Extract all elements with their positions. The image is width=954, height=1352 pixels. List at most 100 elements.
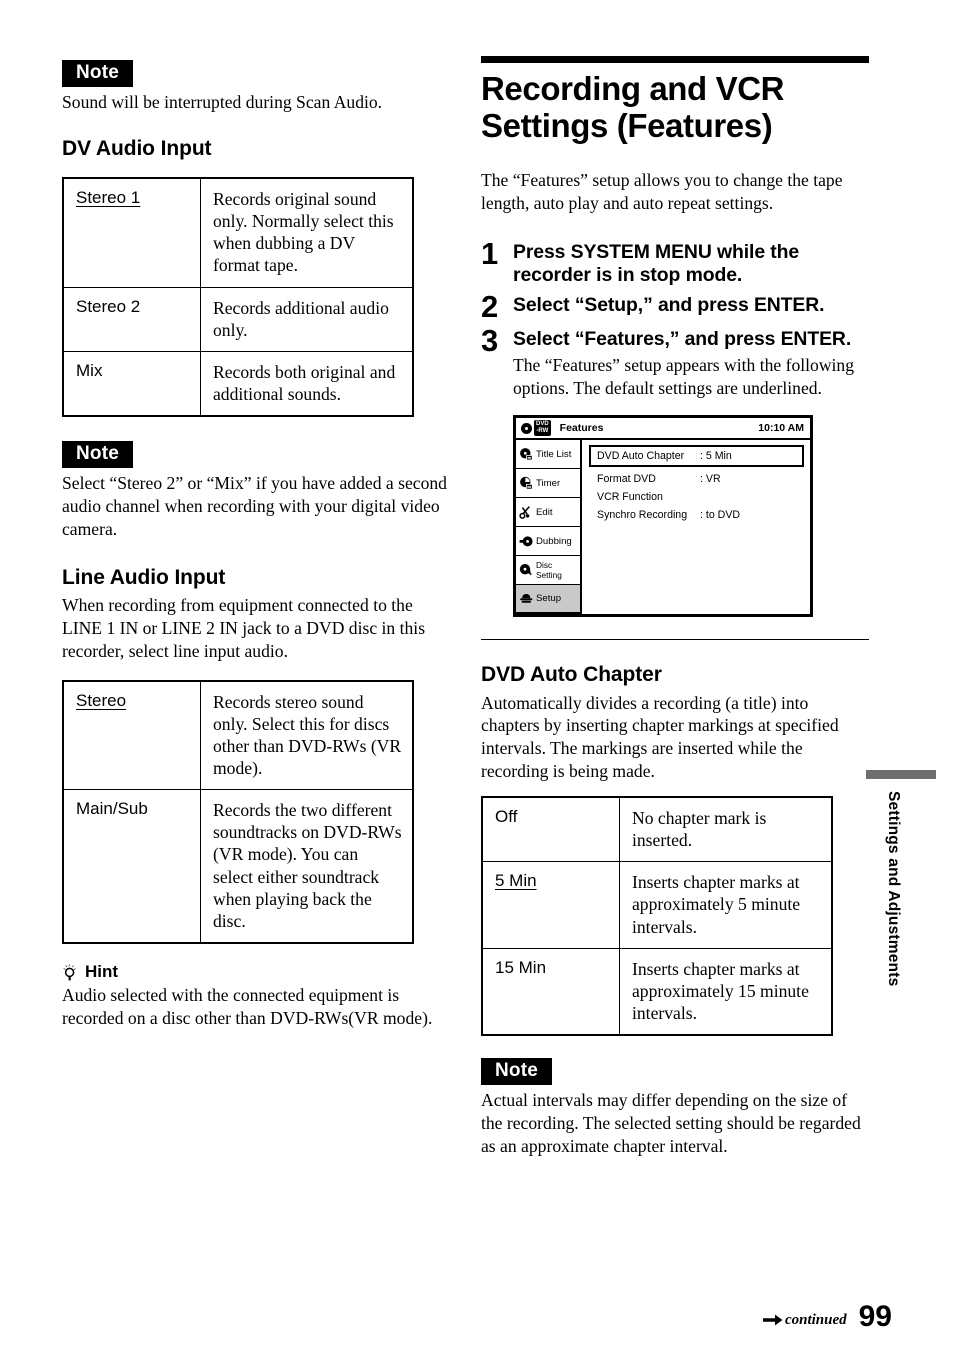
note-badge-2: Note	[62, 441, 134, 469]
sidebar-label: Title List	[536, 448, 572, 460]
divider-rule	[481, 639, 869, 641]
section-intro: The “Features” setup allows you to chang…	[481, 169, 843, 213]
option-label: 15 Min	[495, 957, 547, 977]
osd-option-label: VCR Function	[597, 491, 663, 504]
steps-list: 1 Press SYSTEM MENU while the recorder i…	[481, 235, 871, 400]
table-dv-audio-input: Stereo 1 Records original sound only. No…	[62, 176, 414, 418]
sidebar-item-dubbing[interactable]: Dubbing	[516, 527, 580, 557]
heading-dv-audio-input: DV Audio Input	[62, 136, 212, 160]
sidebar-item-edit[interactable]: Edit	[516, 498, 580, 528]
osd-sidebar: Title List Timer Edit Dubbing Disc Setti…	[516, 440, 582, 615]
description-cell: Inserts chapter marks at approximately 1…	[619, 947, 833, 1036]
option-label: 5 Min	[495, 871, 537, 891]
step-item: 3 Select “Features,” and press ENTER. Th…	[481, 322, 871, 399]
dvd-rw-badge: DVD -RW	[534, 420, 551, 437]
page-title: Recording and VCR Settings (Features)	[481, 70, 785, 144]
hint-text: Audio selected with the connected equipm…	[62, 985, 433, 1028]
option-label: Stereo	[76, 690, 127, 710]
section-rule	[481, 56, 869, 63]
step-description: The “Features” setup appears with the fo…	[513, 354, 855, 398]
sidebar-item-title-list[interactable]: Title List	[516, 440, 580, 470]
osd-body: Title List Timer Edit Dubbing Disc Setti…	[516, 440, 810, 615]
page-footer: continued 99	[762, 1300, 892, 1333]
setup-icon	[519, 591, 534, 606]
table-row: Stereo Records stereo sound only. Select…	[62, 680, 414, 791]
note-text-1: Sound will be interrupted during Scan Au…	[62, 91, 383, 112]
disc-icon	[521, 422, 532, 434]
sidebar-label: Setup	[536, 593, 562, 605]
osd-option-row-vcr-function[interactable]: VCR Function	[589, 488, 810, 506]
osd-option-row-synchro-recording[interactable]: Synchro Recording : to DVD	[589, 506, 810, 524]
osd-option-value: : VR	[700, 473, 721, 486]
option-label: Mix	[76, 360, 103, 380]
hint-label: Hint	[85, 962, 119, 982]
sidebar-label: Disc Setting	[536, 560, 562, 581]
side-tab-label: Settings and Adjustments	[885, 791, 902, 987]
osd-option-label: Format DVD	[597, 473, 656, 486]
step-number: 2	[481, 288, 499, 324]
table-row: Main/Sub Records the two different sound…	[62, 789, 414, 944]
sidebar-label: Edit	[536, 506, 553, 518]
option-cell: 15 Min	[481, 947, 620, 1036]
dubbing-icon	[519, 534, 534, 549]
lightbulb-icon	[62, 963, 78, 981]
description-cell: Records original sound only. Normally se…	[200, 177, 414, 288]
continued-marker: continued	[762, 1312, 847, 1329]
dvd-rw-line1: DVD	[536, 421, 549, 428]
osd-titlebar: DVD -RW Features 10:10 AM	[516, 418, 810, 441]
option-label: Off	[495, 806, 518, 826]
side-tab-bar	[866, 770, 936, 779]
disc-setting-icon	[519, 563, 534, 578]
option-cell: Mix	[62, 350, 201, 417]
table-row: Stereo 1 Records original sound only. No…	[62, 177, 414, 288]
sidebar-label: Dubbing	[536, 535, 572, 547]
page-number: 99	[858, 1300, 892, 1333]
description-cell: Records stereo sound only. Select this f…	[200, 680, 414, 791]
sidebar-label: Timer	[536, 477, 561, 489]
osd-screen: DVD -RW Features 10:10 AM Title List Tim…	[513, 415, 813, 618]
option-cell: Stereo 2	[62, 286, 201, 352]
note-text-2: Select “Stereo 2” or “Mix” if you have a…	[62, 473, 447, 539]
table-row: Mix Records both original and additional…	[62, 350, 414, 417]
description-cell: Records additional audio only.	[200, 286, 414, 352]
osd-clock: 10:10 AM	[758, 422, 804, 435]
side-tab: Settings and Adjustments	[866, 770, 936, 987]
description-cell: Records the two different soundtracks on…	[200, 789, 414, 944]
osd-option-value: : 5 Min	[700, 450, 732, 463]
option-cell: Stereo	[62, 680, 201, 791]
sidebar-item-timer[interactable]: Timer	[516, 469, 580, 499]
arrow-right-icon	[762, 1314, 783, 1326]
option-cell: 5 Min	[481, 861, 620, 949]
right-column: Recording and VCR Settings (Features) Th…	[481, 56, 871, 1158]
option-cell: Stereo 1	[62, 177, 201, 288]
table-dvd-auto-chapter: Off No chapter mark is inserted. 5 Min I…	[481, 795, 833, 1037]
osd-screenshot: DVD -RW Features 10:10 AM Title List Tim…	[513, 415, 871, 618]
step-number: 1	[481, 235, 499, 271]
sidebar-item-disc-setting[interactable]: Disc Setting	[516, 556, 580, 586]
option-cell: Main/Sub	[62, 789, 201, 944]
manual-page: Note Sound will be interrupted during Sc…	[0, 0, 954, 1352]
left-column: Note Sound will be interrupted during Sc…	[62, 60, 454, 1030]
note-text-3: Actual intervals may differ depending on…	[481, 1090, 861, 1156]
sidebar-item-setup[interactable]: Setup	[516, 585, 580, 615]
table-row: 5 Min Inserts chapter marks at approxima…	[481, 861, 833, 949]
line-audio-input-intro: When recording from equipment connected …	[62, 594, 426, 661]
osd-option-row-format-dvd[interactable]: Format DVD : VR	[589, 470, 810, 488]
title-list-icon	[519, 447, 534, 462]
table-row: Stereo 2 Records additional audio only.	[62, 286, 414, 352]
osd-title: Features	[559, 422, 604, 435]
option-label: Stereo 2	[76, 296, 141, 316]
table-row: 15 Min Inserts chapter marks at approxim…	[481, 947, 833, 1036]
table-line-audio-input: Stereo Records stereo sound only. Select…	[62, 679, 414, 945]
option-label: Stereo 1	[76, 187, 141, 207]
option-cell: Off	[481, 796, 620, 863]
step-number: 3	[481, 322, 499, 358]
osd-option-row-dvd-auto-chapter[interactable]: DVD Auto Chapter : 5 Min	[589, 445, 804, 468]
option-label: Main/Sub	[76, 799, 148, 819]
note-badge-3: Note	[481, 1058, 553, 1086]
note-badge-1: Note	[62, 60, 134, 87]
osd-option-list: DVD Auto Chapter : 5 Min Format DVD : VR…	[582, 440, 810, 614]
heading-dvd-auto-chapter: DVD Auto Chapter	[481, 663, 662, 687]
osd-option-label: DVD Auto Chapter	[597, 450, 685, 463]
timer-icon	[519, 476, 534, 491]
